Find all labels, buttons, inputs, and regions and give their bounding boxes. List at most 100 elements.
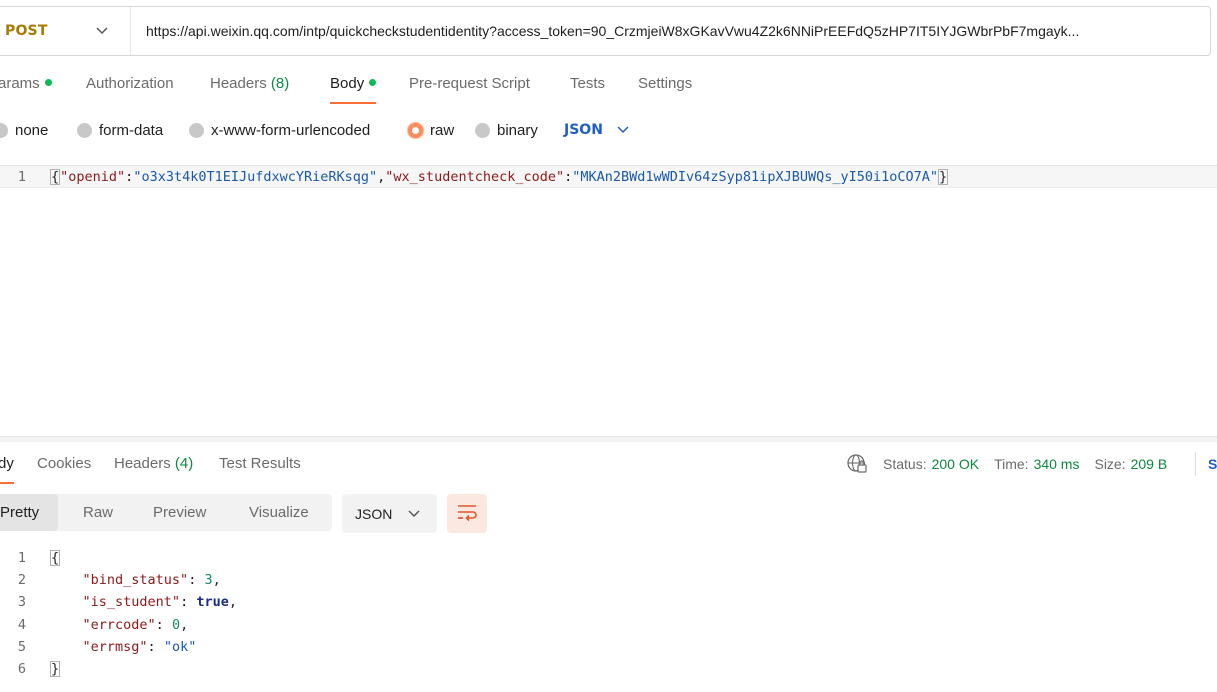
json-key: "errmsg": [82, 639, 148, 655]
tab-response-body[interactable]: dy: [0, 452, 14, 484]
json-colon: :: [188, 572, 205, 588]
json-value: "o3x3t4k0T1EIJufdxwcYRieRKsqg": [133, 169, 378, 185]
tab-cookies[interactable]: Cookies: [37, 452, 91, 484]
json-key: "is_student": [82, 594, 181, 610]
tab-label: Body: [330, 75, 365, 92]
json-key: "openid": [60, 169, 126, 185]
radio-raw[interactable]: raw: [408, 118, 454, 142]
tab-label: Authorization: [86, 75, 174, 92]
radio-binary[interactable]: binary: [475, 118, 538, 142]
tab-label: Settings: [638, 75, 693, 92]
json-value: "ok": [163, 639, 197, 655]
header-count: (4): [174, 455, 194, 472]
json-value: 3: [204, 572, 213, 588]
view-raw[interactable]: Raw: [83, 494, 113, 531]
response-line: "errmsg": "ok": [50, 639, 197, 655]
json-value: "MKAn2BWd1wWDIv64zSyp81ipXJBUWQs_yI50i1o…: [572, 169, 938, 185]
globe-icon[interactable]: [846, 453, 868, 475]
json-key: "wx_studentcheck_code": [385, 169, 565, 185]
line-number: 4: [17, 617, 26, 633]
body-format-select[interactable]: JSON: [564, 118, 629, 142]
radio-label: raw: [430, 121, 455, 139]
json-comma: ,: [180, 617, 189, 633]
status-label: Status:: [883, 456, 927, 472]
response-line: "is_student": true,: [50, 594, 237, 610]
json-colon: :: [180, 594, 197, 610]
tab-label: Pre-request Script: [409, 75, 530, 92]
line-number: 1: [17, 169, 26, 185]
tab-body[interactable]: Body: [330, 70, 377, 104]
tab-label: dy: [0, 455, 14, 472]
json-key: "bind_status": [82, 572, 189, 588]
response-size[interactable]: 209 B: [1131, 456, 1168, 472]
save-response-button[interactable]: S: [1195, 452, 1217, 476]
time-label: Time:: [994, 456, 1029, 472]
status-code[interactable]: 200 OK: [932, 456, 979, 472]
tab-tests[interactable]: Tests: [570, 70, 605, 104]
status-dot: [44, 79, 52, 86]
response-line: }: [50, 661, 61, 677]
tab-authorization[interactable]: Authorization: [86, 70, 174, 104]
line-number: 6: [17, 661, 26, 677]
tab-settings[interactable]: Settings: [638, 70, 692, 104]
json-colon: :: [155, 617, 172, 633]
line-number: 1: [17, 550, 26, 566]
brace-close: }: [938, 169, 949, 185]
line-number: 5: [17, 639, 26, 655]
radio-x-www-form-urlencoded[interactable]: x-www-form-urlencoded: [189, 118, 370, 142]
response-format-select[interactable]: JSON: [342, 494, 437, 533]
body-format-label: JSON: [564, 122, 603, 138]
pane-resize-divider[interactable]: [0, 436, 1217, 442]
tab-test-results[interactable]: Test Results: [219, 452, 301, 484]
tab-params[interactable]: arams: [0, 70, 52, 104]
status-dot: [369, 79, 377, 86]
chevron-down-icon: [96, 25, 108, 37]
tab-label: Tests: [570, 75, 606, 92]
tab-response-headers[interactable]: Headers (4): [114, 452, 193, 484]
tab-label: Test Results: [219, 455, 301, 472]
radio-form-data[interactable]: form-data: [77, 118, 163, 142]
radio-circle: [77, 122, 92, 138]
tab-label: Headers: [210, 75, 267, 92]
json-value: 0: [171, 617, 181, 633]
response-line: "bind_status": 3,: [50, 572, 221, 588]
tab-label: arams: [0, 75, 40, 92]
response-status: Status: 200 OK Time: 340 ms Size: 209 B: [846, 452, 1182, 476]
request-body-editor[interactable]: {"openid":"o3x3t4k0T1EIJufdxwcYRieRKsqg"…: [50, 169, 949, 185]
json-comma: ,: [212, 572, 221, 588]
url-bar: POST https://api.weixin.qq.com/intp/quic…: [0, 6, 1211, 56]
radio-circle: [0, 122, 8, 138]
response-line: {: [50, 550, 61, 566]
view-preview[interactable]: Preview: [153, 494, 206, 531]
method-label: POST: [5, 23, 48, 39]
view-visualize[interactable]: Visualize: [249, 494, 309, 531]
line-number: 2: [17, 572, 26, 588]
url-input[interactable]: https://api.weixin.qq.com/intp/quickchec…: [131, 23, 1210, 39]
radio-circle: [189, 122, 204, 138]
tab-label: Headers: [114, 455, 171, 472]
chevron-down-icon: [617, 124, 629, 136]
line-number: 3: [17, 594, 26, 610]
tab-headers[interactable]: Headers (8): [210, 70, 289, 104]
json-colon: :: [147, 639, 164, 655]
tab-pre-request-script[interactable]: Pre-request Script: [409, 70, 530, 104]
radio-none[interactable]: none: [0, 118, 48, 142]
view-pretty[interactable]: Pretty: [0, 494, 59, 531]
json-comma: ,: [228, 594, 237, 610]
wrap-lines-button[interactable]: [447, 494, 487, 533]
json-key: "errcode": [82, 617, 156, 633]
brace-close: }: [50, 661, 61, 677]
radio-label: none: [15, 121, 49, 139]
chevron-down-icon: [408, 508, 420, 520]
method-select[interactable]: POST: [0, 7, 131, 55]
header-count: (8): [270, 75, 290, 92]
radio-label: binary: [497, 121, 538, 139]
response-time[interactable]: 340 ms: [1034, 456, 1080, 472]
radio-label: form-data: [99, 121, 164, 139]
json-value: true: [196, 594, 229, 610]
response-format-label: JSON: [355, 505, 393, 522]
radio-label: x-www-form-urlencoded: [211, 121, 371, 139]
radio-circle-checked: [408, 122, 423, 138]
size-label: Size:: [1094, 456, 1126, 472]
wrap-lines-icon: [456, 503, 478, 525]
